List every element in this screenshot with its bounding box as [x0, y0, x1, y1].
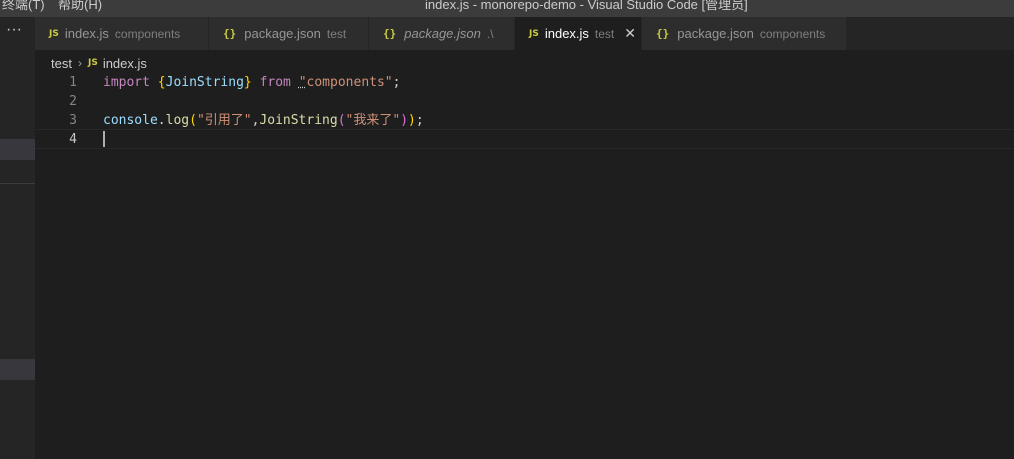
line-number: 4 [69, 132, 77, 147]
code-line[interactable]: 1 import {JoinString} from "components"; [35, 73, 1014, 92]
json-file-icon: {} [383, 27, 397, 40]
identifier-token: JoinString [165, 75, 244, 90]
json-file-icon: {} [656, 27, 670, 40]
line-number: 1 [69, 75, 77, 90]
title-bar: 终端(T) 帮助(H) index.js - monorepo-demo - V… [0, 0, 1014, 17]
tab-label: package.json [677, 26, 754, 41]
close-icon[interactable]: ✕ [624, 25, 636, 42]
tab-label: index.js [544, 26, 589, 41]
tab-label: index.js [64, 26, 109, 41]
paren-token: ( [189, 113, 197, 128]
breadcrumb-file[interactable]: index.js [103, 56, 147, 71]
javascript-file-icon: JS [49, 28, 59, 39]
tab-description: test [326, 26, 347, 41]
menu-help[interactable]: 帮助(H) [58, 0, 102, 13]
string-token: "引用了" [196, 113, 252, 128]
keyword-token: from [259, 75, 291, 90]
string-token: components" [306, 75, 393, 90]
menu-terminal[interactable]: 终端(T) [2, 0, 45, 13]
punctuation-token: . [157, 113, 166, 128]
breadcrumb-folder[interactable]: test [51, 56, 72, 71]
line-number: 2 [69, 94, 77, 109]
paren-token: ( [337, 113, 346, 128]
sidebar-selected-item[interactable] [0, 139, 35, 160]
tab-description: test [594, 26, 615, 41]
sidebar: ··· [0, 17, 35, 459]
string-token: "我来了" [345, 113, 401, 128]
json-file-icon: {} [223, 27, 237, 40]
keyword-token: import [103, 75, 150, 90]
paren-token: ) [408, 113, 416, 128]
line-content: import {JoinString} from "components"; [103, 73, 400, 92]
javascript-file-icon: JS [87, 58, 98, 68]
punctuation-token: ; [392, 75, 401, 90]
function-token: log [165, 113, 190, 128]
function-token: JoinString [259, 113, 338, 128]
tab-description: components [114, 26, 181, 41]
breadcrumb: test › JS index.js [51, 54, 147, 72]
tab-label: package.json [244, 26, 321, 41]
tab-description: components [759, 26, 826, 41]
paren-token: ) [400, 113, 409, 128]
code-line-current[interactable]: 4 [35, 129, 1014, 149]
window-title: index.js - monorepo-demo - Visual Studio… [425, 0, 748, 12]
chevron-right-icon: › [77, 56, 82, 70]
javascript-file-icon: JS [529, 28, 539, 39]
line-content: console.log("引用了",JoinString("我来了")); [103, 111, 424, 130]
sidebar-divider [0, 183, 35, 184]
identifier-token: console [103, 113, 158, 128]
code-editor[interactable]: 1 import {JoinString} from "components";… [35, 72, 1014, 459]
line-number: 3 [69, 113, 77, 128]
code-line[interactable]: 2 [35, 92, 1014, 111]
string-token: " [298, 75, 307, 90]
brace-token: } [243, 75, 252, 90]
tab-index-js-components[interactable]: JS index.js components [35, 17, 209, 50]
tab-label: package.json [404, 26, 481, 41]
tab-description: .\ [486, 26, 494, 41]
editor-tab-bar: JS index.js components {} package.json t… [35, 17, 1014, 50]
tab-index-js-test[interactable]: JS index.js test ✕ [515, 17, 642, 50]
punctuation-token: ; [415, 113, 424, 128]
more-actions-icon[interactable]: ··· [6, 22, 22, 38]
text-cursor [103, 131, 105, 147]
tab-package-json-root[interactable]: {} package.json .\ [369, 17, 515, 50]
tab-package-json-test[interactable]: {} package.json test [209, 17, 369, 50]
sidebar-selected-item[interactable] [0, 359, 35, 380]
code-line[interactable]: 3 console.log("引用了",JoinString("我来了")); [35, 111, 1014, 130]
tab-package-json-components[interactable]: {} package.json components [642, 17, 847, 50]
brace-token: { [157, 75, 166, 90]
